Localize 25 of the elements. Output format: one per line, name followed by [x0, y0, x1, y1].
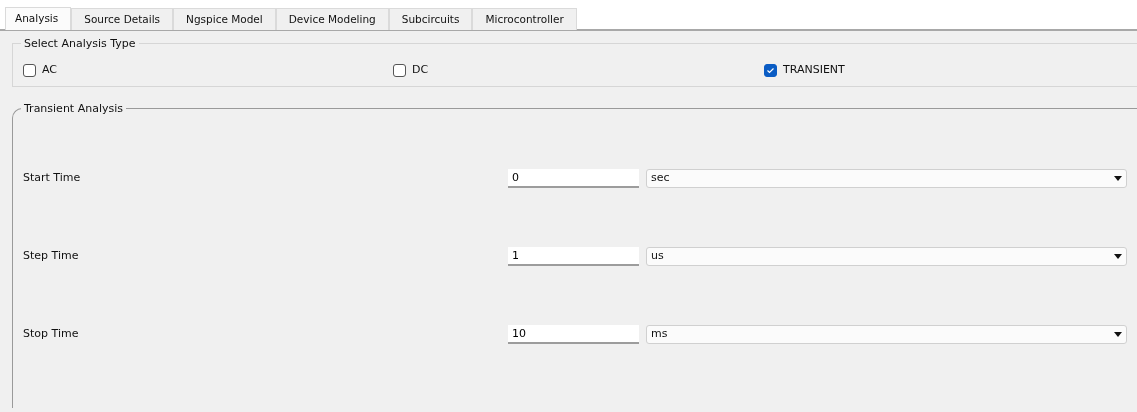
tab[interactable]: Microcontroller: [472, 8, 577, 30]
checkbox[interactable]: [764, 63, 777, 77]
dropdown-arrow-icon: [1114, 332, 1122, 337]
dropdown-arrow-icon: [1114, 176, 1122, 181]
checkbox[interactable]: [23, 63, 36, 77]
tab[interactable]: Analysis: [5, 7, 72, 30]
tab[interactable]: Ngspice Model: [173, 8, 276, 30]
value-field[interactable]: 10: [508, 325, 639, 344]
checkbox-label: DC: [412, 62, 429, 78]
field-label: Start Time: [23, 170, 82, 187]
checkbox-label: TRANSIENT: [783, 62, 845, 78]
unit-dropdown[interactable]: us: [646, 247, 1127, 266]
checkbox[interactable]: [393, 63, 406, 77]
unit-dropdown[interactable]: sec: [646, 169, 1127, 188]
unit-dropdown[interactable]: ms: [646, 325, 1127, 344]
value-field[interactable]: 1: [508, 247, 639, 266]
checkbox-label: AC: [42, 62, 57, 78]
check-icon: [766, 65, 775, 75]
tab[interactable]: Subcircuits: [388, 8, 473, 30]
value-field[interactable]: 0: [508, 169, 639, 188]
field-label: Stop Time: [23, 326, 80, 343]
dropdown-arrow-icon: [1114, 254, 1122, 259]
tab[interactable]: Source Details: [71, 8, 174, 30]
field-label: Step Time: [23, 248, 80, 265]
tab[interactable]: Device Modeling: [275, 8, 389, 30]
